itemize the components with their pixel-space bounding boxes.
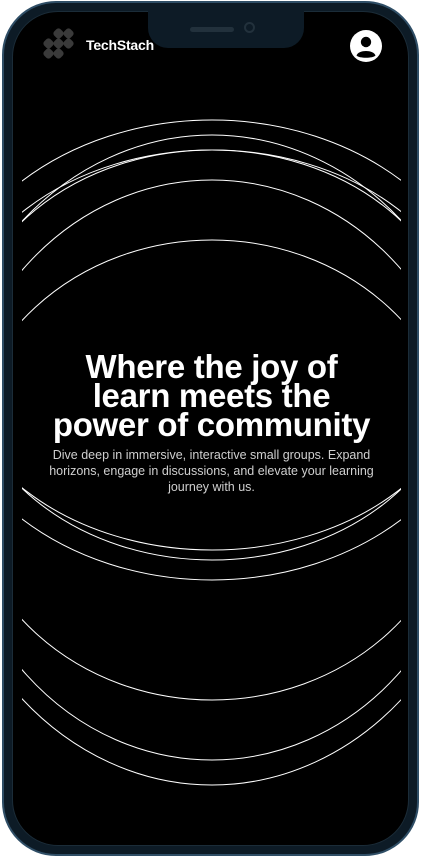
brand-name[interactable]: TechStach — [86, 37, 154, 53]
hero-subtitle: Dive deep in immersive, interactive smal… — [49, 448, 374, 494]
speaker-grille — [190, 27, 234, 32]
phone-notch — [148, 10, 304, 48]
hero-section: Where the joy of learn meets the power o… — [22, 350, 401, 495]
hero-title: Where the joy of learn meets the power o… — [22, 350, 401, 441]
hero-title-line-3: power of community — [52, 406, 371, 443]
user-profile-icon[interactable] — [350, 30, 382, 62]
front-camera — [244, 22, 255, 33]
techstach-logo-icon[interactable] — [40, 28, 78, 64]
